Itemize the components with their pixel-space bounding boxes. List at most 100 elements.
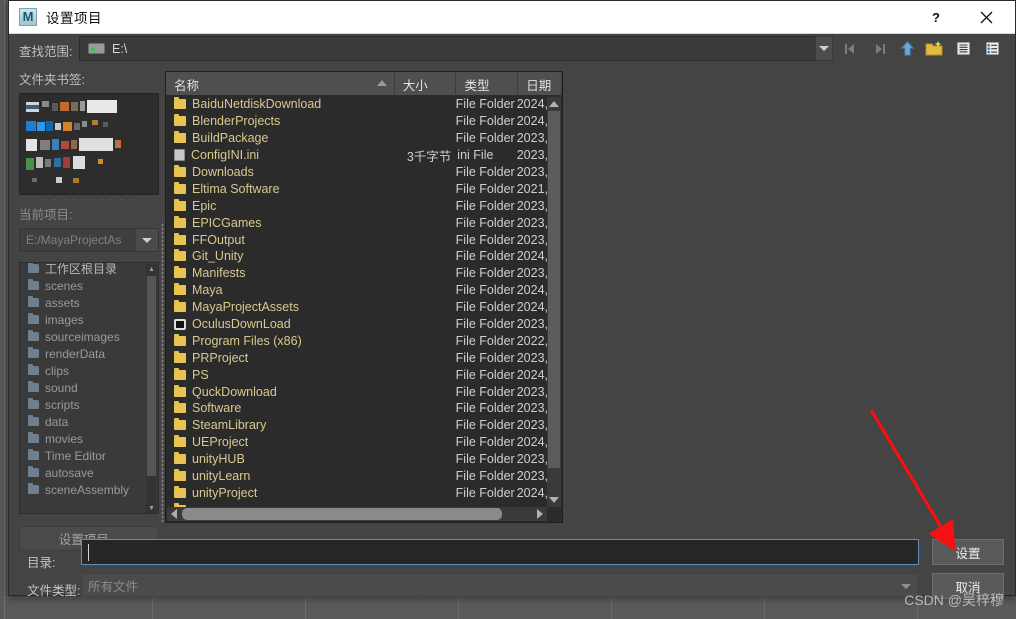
file-row[interactable]: BaiduNetdiskDownload File Folder 2024, xyxy=(166,96,548,113)
file-row[interactable]: unityProject File Folder 2024, xyxy=(166,484,548,501)
file-type: File Folder xyxy=(455,452,515,467)
tree-vertical-scrollbar[interactable]: ▲ ▼ xyxy=(146,264,157,513)
tree-item[interactable]: data xyxy=(20,413,158,430)
file-row[interactable]: FFOutput File Folder 2023, xyxy=(166,231,548,248)
file-row[interactable]: Git_Unity File Folder 2024, xyxy=(166,248,548,265)
project-folder-tree[interactable]: 工作区根目录 scenes assets images sourceimages rend… xyxy=(19,262,159,514)
file-name: EPICGames xyxy=(192,215,262,230)
tree-item[interactable]: scripts xyxy=(20,396,158,413)
dialog-titlebar: 设置项目 ? xyxy=(9,1,1015,34)
file-type-combobox[interactable]: 所有文件 xyxy=(81,573,919,597)
folder-icon xyxy=(174,249,186,262)
file-row[interactable]: Software File Folder 2023, xyxy=(166,400,548,417)
file-row[interactable]: EPICGames File Folder 2023, xyxy=(166,214,548,231)
file-row[interactable]: Epic File Folder 2023, xyxy=(166,197,548,214)
new-folder-icon[interactable] xyxy=(922,37,946,60)
set-button[interactable]: 设置 xyxy=(932,539,1004,565)
column-header-name[interactable]: 名称 xyxy=(166,72,395,96)
scroll-up-icon[interactable] xyxy=(547,97,561,111)
file-list-hscroll-thumb[interactable] xyxy=(182,508,502,520)
folder-icon xyxy=(174,300,186,313)
tree-item[interactable]: autosave xyxy=(20,464,158,481)
tree-item-label: assets xyxy=(45,295,80,310)
project-dropdown-button[interactable] xyxy=(136,229,158,251)
file-name: unityLearn xyxy=(192,469,251,484)
file-row[interactable]: Downloads File Folder 2023, xyxy=(166,164,548,181)
file-row[interactable]: ConfigINI.ini 3千字节 ini File 2023, xyxy=(166,147,548,164)
tree-item[interactable]: movies xyxy=(20,430,158,447)
up-folder-icon[interactable] xyxy=(895,37,919,60)
scroll-left-icon[interactable] xyxy=(167,507,181,521)
file-date: 2023, xyxy=(516,401,548,416)
tree-item[interactable]: Time Editor xyxy=(20,447,158,464)
file-row[interactable]: UEProject File Folder 2024, xyxy=(166,434,548,451)
file-list-horizontal-scrollbar[interactable] xyxy=(167,507,547,521)
scroll-right-icon[interactable] xyxy=(533,507,547,521)
file-row[interactable]: BuildPackage File Folder 2023, xyxy=(166,130,548,147)
file-row[interactable]: SteamLibrary File Folder 2023, xyxy=(166,417,548,434)
grid-line xyxy=(152,597,153,619)
file-row[interactable]: Maya File Folder 2024, xyxy=(166,282,548,299)
detail-view-icon[interactable] xyxy=(980,37,1004,60)
file-type: File Folder xyxy=(455,418,515,433)
file-row[interactable]: PRProject File Folder 2023, xyxy=(166,349,548,366)
scroll-down-icon[interactable] xyxy=(547,493,561,507)
back-icon[interactable] xyxy=(839,37,863,60)
tree-item[interactable]: assets xyxy=(20,294,158,311)
path-combobox[interactable]: E:\ xyxy=(79,36,829,61)
file-date: 2024, xyxy=(516,114,548,129)
directory-input[interactable] xyxy=(81,539,919,565)
column-header-name-label: 名称 xyxy=(174,78,200,93)
column-header-date[interactable]: 日期 xyxy=(518,72,562,96)
tree-item-label: 工作区根目录 xyxy=(45,262,118,276)
file-row[interactable]: Eltima Software File Folder 2021, xyxy=(166,180,548,197)
tree-item[interactable]: scenes xyxy=(20,277,158,294)
folder-bookmarks-list[interactable] xyxy=(19,93,159,195)
folder-icon xyxy=(174,452,186,465)
file-row[interactable]: Manifests File Folder 2023, xyxy=(166,265,548,282)
file-type: File Folder xyxy=(455,165,515,179)
close-icon[interactable] xyxy=(963,1,1009,34)
file-row[interactable]: unityHUB File Folder 2023, xyxy=(166,451,548,468)
tree-item[interactable]: sourceimages xyxy=(20,328,158,345)
folder-icon xyxy=(174,266,186,279)
tree-item[interactable]: clips xyxy=(20,362,158,379)
tree-scroll-thumb[interactable] xyxy=(147,276,156,476)
column-header-type[interactable]: 类型 xyxy=(456,72,519,96)
file-row[interactable]: MayaProjectAssets File Folder 2024, xyxy=(166,299,548,316)
path-dropdown-button[interactable] xyxy=(815,36,833,61)
file-row[interactable]: unityLearn File Folder 2023, xyxy=(166,468,548,485)
file-size: 3千字节 xyxy=(406,149,452,164)
file-list-vertical-scrollbar[interactable] xyxy=(547,97,561,507)
file-name: Program Files (x86) xyxy=(192,333,302,348)
folder-icon xyxy=(28,347,39,358)
scroll-down-icon[interactable]: ▼ xyxy=(146,503,157,513)
scroll-up-icon[interactable]: ▲ xyxy=(146,264,157,275)
panel-splitter[interactable] xyxy=(161,223,164,523)
file-row[interactable]: OculusDownLoad File Folder 2023, xyxy=(166,316,548,333)
tree-item[interactable]: sceneAssembly xyxy=(20,481,158,498)
help-button[interactable]: ? xyxy=(913,1,959,34)
file-row[interactable]: QuckDownload File Folder 2023, xyxy=(166,383,548,400)
current-project-combobox[interactable]: E:/MayaProjectAs xyxy=(19,228,159,252)
folder-icon xyxy=(174,232,186,245)
folder-icon xyxy=(174,333,186,346)
file-row[interactable]: Program Files (x86) File Folder 2022, xyxy=(166,332,548,349)
file-row[interactable]: PS File Folder 2024, xyxy=(166,366,548,383)
tree-item[interactable]: sound xyxy=(20,379,158,396)
file-row[interactable]: BlenderProjects File Folder 2024, xyxy=(166,113,548,130)
file-type-label: 文件类型: xyxy=(27,584,81,598)
tree-item-label: autosave xyxy=(45,465,94,480)
list-view-icon[interactable] xyxy=(951,37,975,60)
file-list-scroll-thumb[interactable] xyxy=(548,111,560,468)
file-date: 2022, xyxy=(516,333,548,348)
column-header-size[interactable]: 大小 xyxy=(395,72,457,96)
forward-icon[interactable] xyxy=(867,37,891,60)
maya-logo-icon xyxy=(19,8,37,26)
tree-item[interactable]: 工作区根目录 xyxy=(20,262,158,277)
bookmarks-splitter-handle[interactable]: · · · · · · · · · · xyxy=(19,195,159,204)
tree-item[interactable]: renderData xyxy=(20,345,158,362)
tree-item[interactable]: images xyxy=(20,311,158,328)
file-list-rows[interactable]: BaiduNetdiskDownload File Folder 2024, Blen… xyxy=(166,96,548,508)
file-date: 2023, xyxy=(516,165,548,179)
